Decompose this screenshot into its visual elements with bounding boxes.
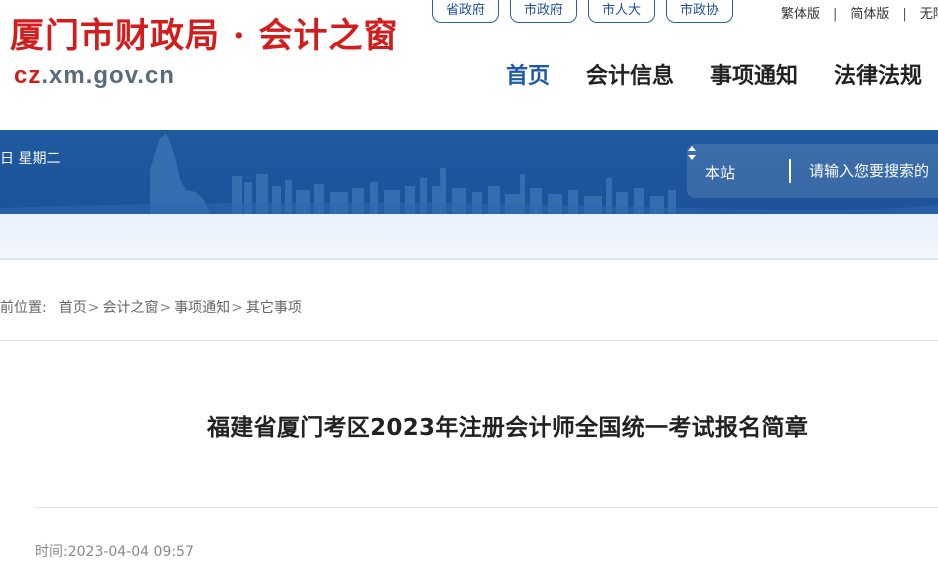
nav-laws[interactable]: 法律法规 [834, 58, 922, 90]
breadcrumb-separator: > [231, 300, 243, 316]
breadcrumb-separator: > [87, 300, 100, 316]
breadcrumb-other[interactable]: 其它事项 [246, 300, 302, 316]
site-header: 厦门市财政局 · 会计之窗 cz.xm.gov.cn 省政府 市政府 市人大 市… [0, 0, 938, 130]
date-display: 日 星期二 [0, 151, 61, 167]
article-meta: 时间:2023-04-04 09:57 [35, 541, 194, 561]
search-divider [789, 159, 791, 183]
updown-arrows-icon[interactable] [687, 144, 697, 162]
nav-accounting-info[interactable]: 会计信息 [586, 58, 674, 90]
search-input[interactable] [809, 158, 938, 184]
breadcrumb-separator: > [159, 300, 172, 316]
article-title: 福建省厦门考区2023年注册会计师全国统一考试报名简章 [207, 415, 809, 441]
quick-link-city-gov[interactable]: 市政府 [510, 0, 578, 23]
breadcrumb-accounting[interactable]: 会计之窗 [102, 300, 158, 316]
traditional-chinese-link[interactable]: 繁体版 [781, 7, 820, 22]
site-url[interactable]: cz.xm.gov.cn [14, 62, 175, 90]
site-url-domain: .xm.gov.cn [41, 62, 175, 89]
decorative-strip [0, 214, 938, 258]
divider [34, 507, 938, 508]
site-url-prefix: cz [14, 62, 42, 89]
divider: | [833, 7, 838, 22]
nav-notices[interactable]: 事项通知 [710, 58, 798, 90]
breadcrumb-notices[interactable]: 事项通知 [174, 300, 230, 316]
breadcrumb-home[interactable]: 首页 [59, 300, 87, 316]
quick-links: 省政府 市政府 市人大 市政协 [432, 0, 734, 23]
publish-time: 2023-04-04 09:57 [67, 544, 194, 560]
accessibility-link[interactable]: 无障 [920, 7, 938, 22]
divider: | [902, 7, 907, 22]
nav-home[interactable]: 首页 [506, 58, 550, 90]
simplified-chinese-link[interactable]: 简体版 [850, 7, 889, 22]
language-links: 繁体版 | 简体版 | 无障 [781, 3, 938, 22]
quick-link-province[interactable]: 省政府 [432, 0, 500, 23]
breadcrumb-label: 前位置: [0, 300, 47, 316]
quick-link-cppcc[interactable]: 市政协 [666, 0, 734, 23]
search-box: 本站 [687, 144, 938, 198]
quick-link-npc[interactable]: 市人大 [588, 0, 656, 23]
search-scope-select[interactable]: 本站 [705, 162, 735, 183]
divider [0, 258, 938, 260]
main-nav: 首页 会计信息 事项通知 法律法规 [506, 58, 938, 90]
site-title[interactable]: 厦门市财政局 · 会计之窗 [10, 14, 399, 58]
publish-time-label: 时间: [35, 544, 68, 560]
divider [0, 340, 938, 341]
banner: 日 星期二 本站 [0, 130, 938, 214]
breadcrumb: 前位置: 首页> 会计之窗> 事项通知> 其它事项 [0, 297, 302, 317]
